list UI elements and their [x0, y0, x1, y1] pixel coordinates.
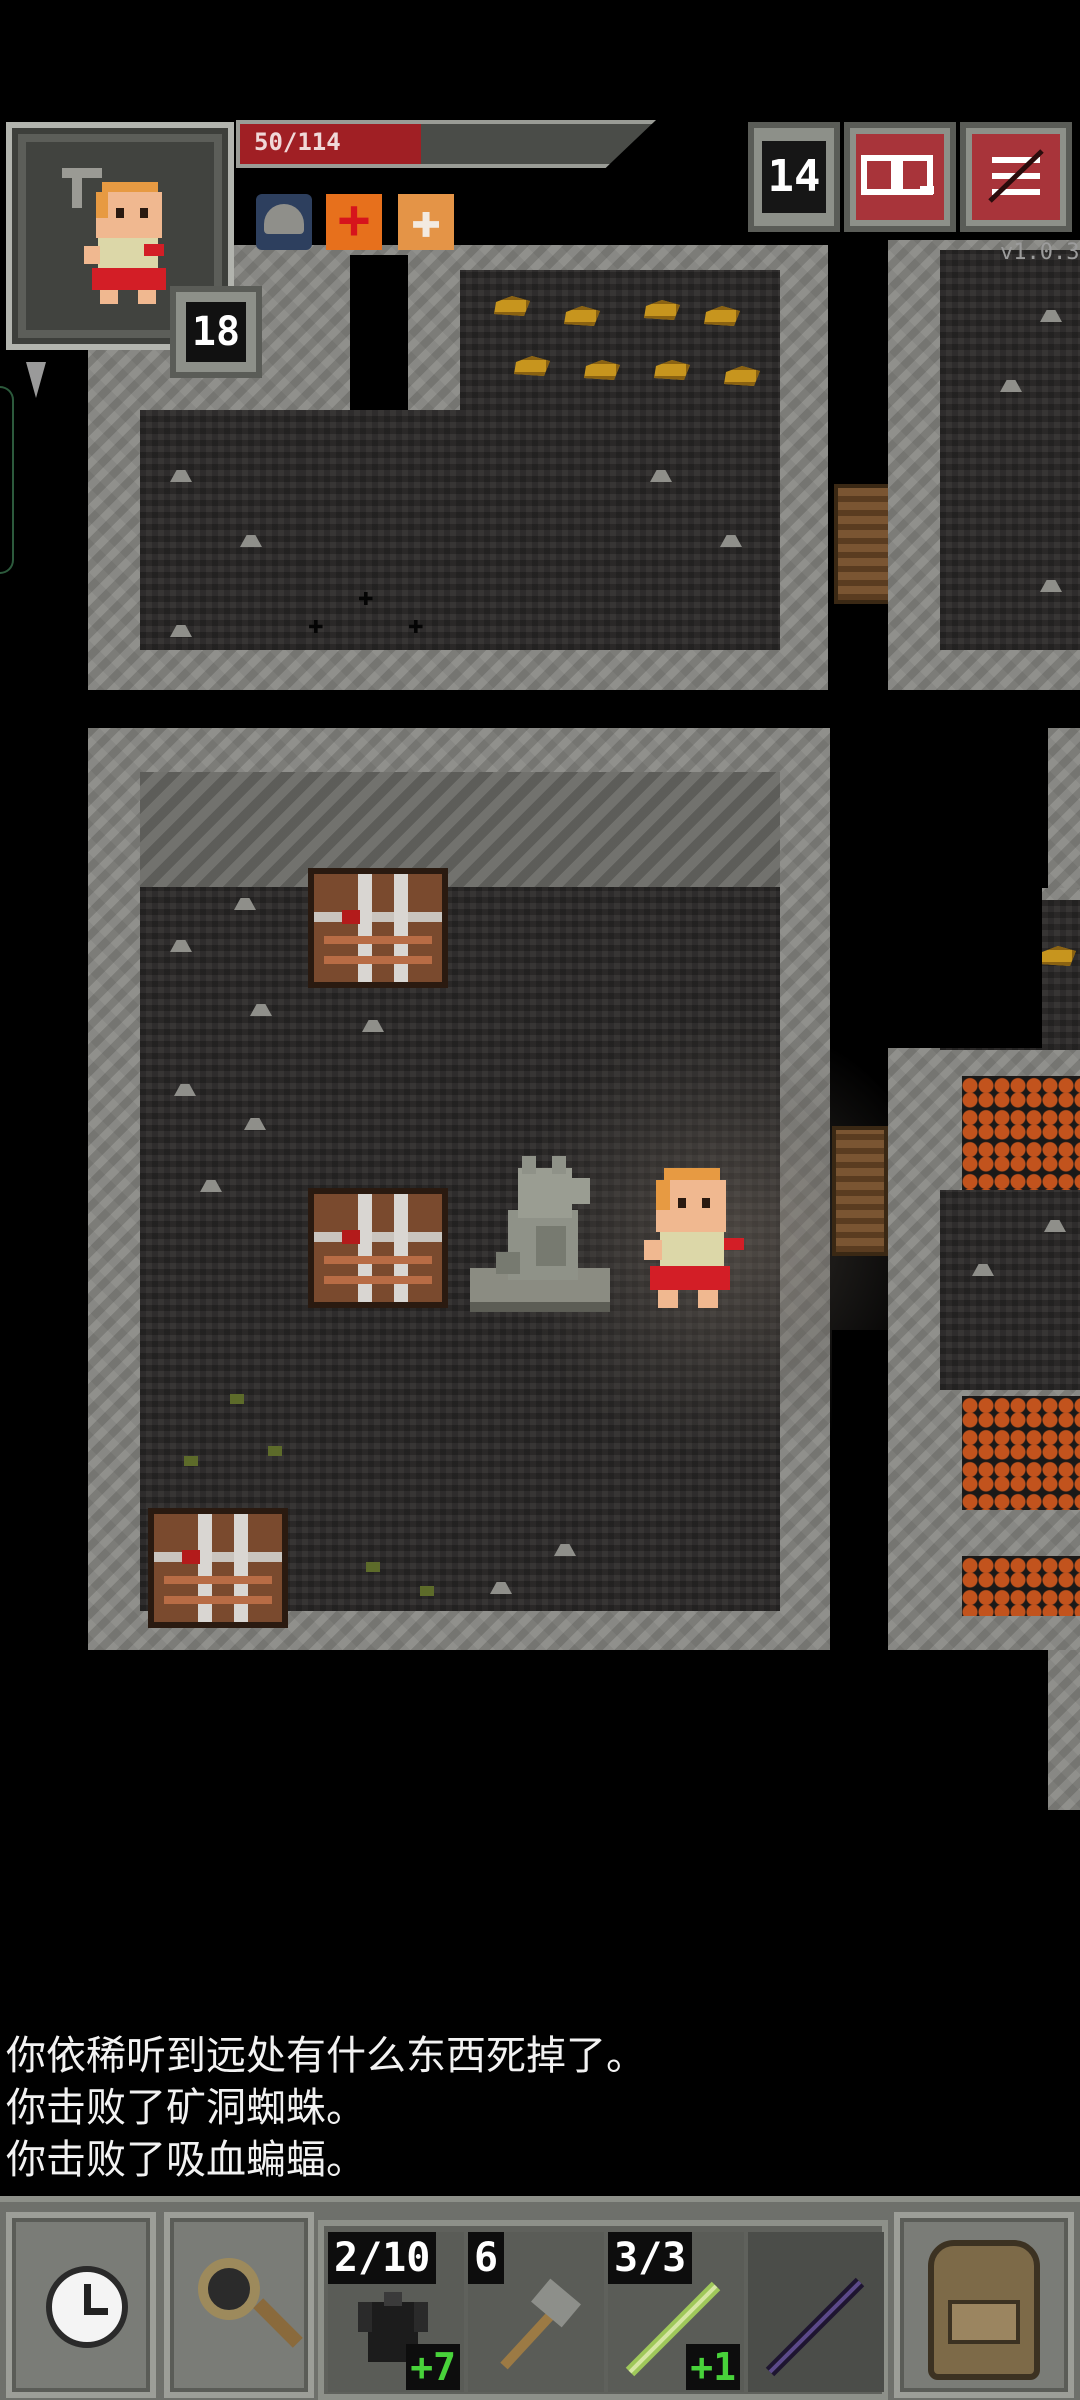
quickslot-quantity: 6 — [468, 2232, 505, 2284]
hero-level-value: 18 — [186, 302, 246, 362]
version-label: v1.0.3 — [1000, 240, 1080, 265]
journal-button[interactable] — [844, 122, 956, 232]
quickslot-bonus: +1 — [686, 2344, 740, 2390]
menu-icon — [972, 134, 1060, 220]
health-bar: 50/114 — [236, 120, 656, 168]
moss — [184, 1456, 198, 1466]
magnifier-handle — [253, 2298, 303, 2348]
log-line: 你依稀听到远处有什么东西死掉了。 — [6, 2033, 646, 2079]
trap-marker: ✚ — [308, 610, 324, 640]
door-upper[interactable] — [834, 484, 892, 604]
side-pointer-icon — [26, 362, 46, 398]
hammer-icon — [500, 2278, 581, 2370]
quickslot-2[interactable]: 6 — [468, 2232, 604, 2392]
side-drawer-handle[interactable] — [0, 386, 14, 574]
dungeon-depth-indicator[interactable]: 14 — [748, 122, 840, 232]
moss — [420, 1586, 434, 1596]
hero-avatar — [62, 168, 166, 304]
floor-upper-left[interactable] — [140, 410, 300, 650]
log-line: 你击败了吸血蝙蝠。 — [6, 2137, 366, 2183]
depth-value: 14 — [762, 141, 826, 213]
trap-marker: ✚ — [358, 582, 374, 612]
menu-glyph — [988, 149, 1044, 203]
ember-tiles[interactable] — [962, 1076, 1080, 1190]
quickslot-quantity: 3/3 — [608, 2232, 693, 2284]
ember-tiles[interactable] — [962, 1396, 1080, 1510]
dark-wand-icon — [765, 2277, 865, 2377]
hero-level-badge: 18 — [170, 286, 262, 378]
wall-face-main — [140, 772, 780, 887]
health-text: 50/114 — [254, 128, 341, 156]
clock-icon — [46, 2266, 128, 2348]
hero-character[interactable] — [640, 1168, 752, 1310]
game-log: 你依稀听到远处有什么东西死掉了。 你击败了矿洞蜘蛛。 你击败了吸血蝙蝠。 — [6, 2030, 1066, 2186]
door-east[interactable] — [832, 1126, 888, 1256]
menu-button[interactable] — [960, 122, 1072, 232]
trap-marker: ✚ — [408, 610, 424, 640]
journal-glyph — [861, 155, 934, 195]
magnifier-icon — [198, 2258, 260, 2320]
wall-east-tail — [1048, 1650, 1080, 1810]
quickslot-1[interactable]: 2/10 +7 — [328, 2232, 464, 2392]
stone-statue[interactable] — [466, 1156, 614, 1316]
bottom-toolbar: 2/10 +7 6 3/3 +1 — [0, 2196, 1080, 2400]
log-line: 你击败了矿洞蜘蛛。 — [6, 2085, 366, 2131]
journal-icon — [856, 134, 944, 220]
corridor-pit — [832, 1330, 888, 1650]
moss — [230, 1394, 244, 1404]
top-hud: 18 50/114 + ✚ 14 v1.0.3 — [0, 110, 1080, 378]
wall-east-strip — [1048, 728, 1080, 888]
floor-upper-right[interactable] — [460, 410, 780, 650]
treasure-chest[interactable] — [308, 868, 448, 988]
backpack-icon — [928, 2240, 1040, 2380]
quickslot-4[interactable] — [748, 2232, 884, 2392]
quickslot-bonus: +7 — [406, 2344, 460, 2390]
moss — [268, 1446, 282, 1456]
healing-plus-buff-icon[interactable]: + — [326, 193, 382, 250]
ember-tiles[interactable] — [962, 1556, 1080, 1616]
shield-buff-icon[interactable] — [256, 194, 312, 250]
quickslot-quantity: 2/10 — [328, 2232, 437, 2284]
backpack-button[interactable] — [894, 2212, 1074, 2398]
quickslot-bar: 2/10 +7 6 3/3 +1 — [318, 2220, 888, 2400]
wait-button[interactable] — [6, 2212, 156, 2398]
upper-corridor-pit — [832, 728, 1042, 1048]
treasure-chest[interactable] — [148, 1508, 288, 1628]
quickslot-3[interactable]: 3/3 +1 — [608, 2232, 744, 2392]
treasure-chest[interactable] — [308, 1188, 448, 1308]
search-button[interactable] — [164, 2212, 314, 2398]
moss — [366, 1562, 380, 1572]
bless-cross-buff-icon[interactable]: ✚ — [398, 194, 454, 250]
